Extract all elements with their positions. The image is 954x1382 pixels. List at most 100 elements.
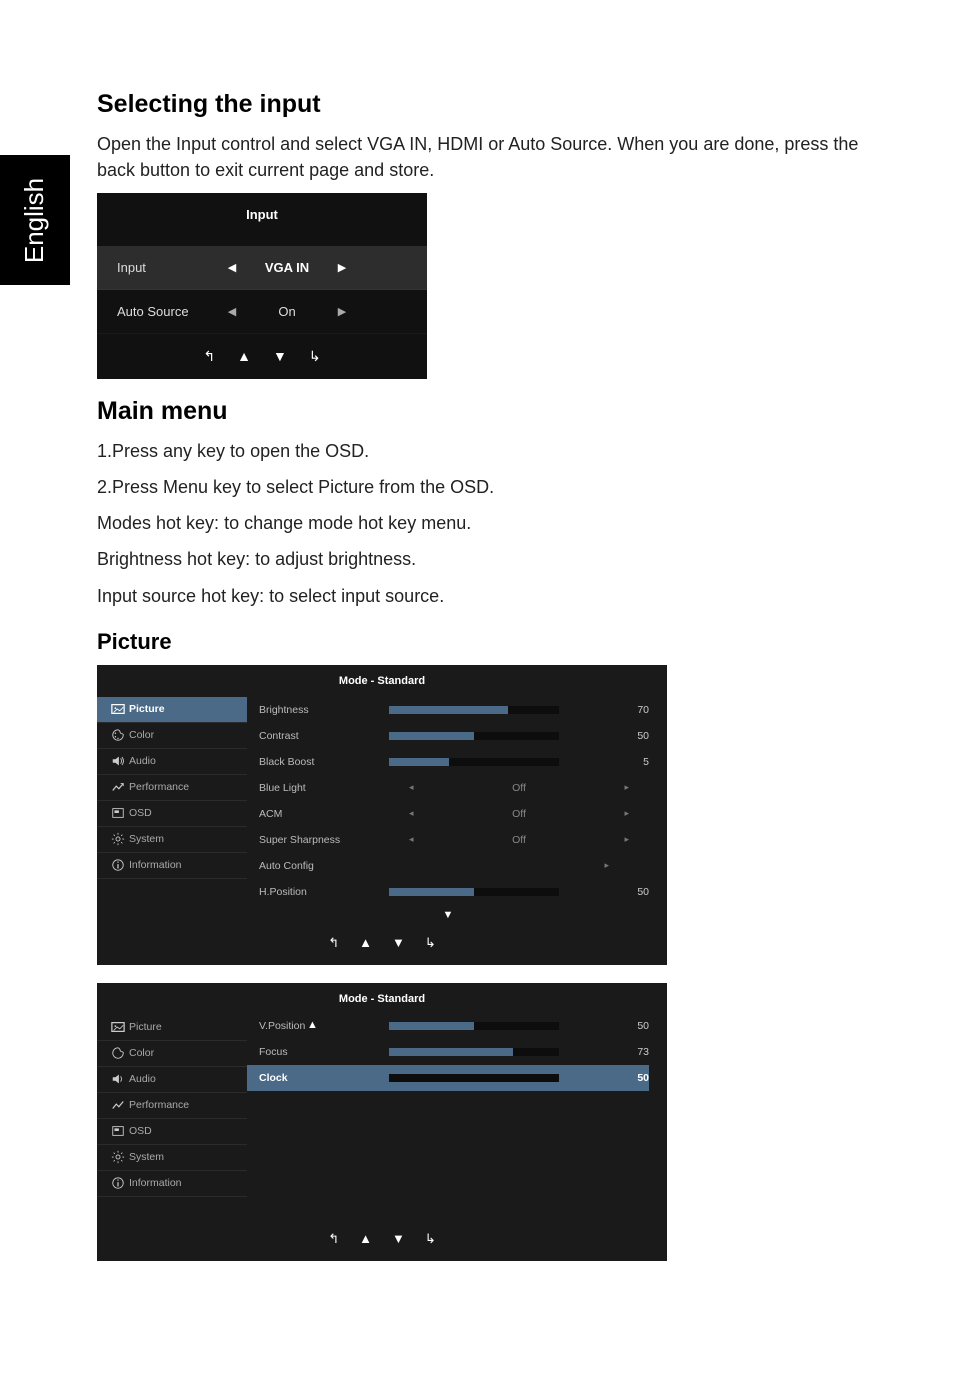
osd-row-hposition[interactable]: H.Position 50 (247, 879, 649, 905)
osd-panel-picture-2: Mode - Standard Picture Color Audio Perf… (97, 983, 667, 1261)
osd-mode-title: Mode - Standard (97, 665, 667, 697)
osd-nav-icons: ↰ ▲ ▼ ↳ (97, 925, 667, 965)
picture-icon (107, 702, 129, 716)
left-arrow-icon[interactable]: ◂ (409, 834, 414, 845)
slider[interactable] (389, 732, 609, 740)
input-panel-title: Input (97, 193, 427, 246)
system-icon (107, 1150, 129, 1164)
slider[interactable] (389, 888, 609, 896)
slider[interactable] (389, 758, 609, 766)
performance-icon (107, 780, 129, 794)
osd-row-vposition[interactable]: V.Position 50 (247, 1013, 649, 1039)
down-arrow-icon[interactable]: ▼ (273, 348, 287, 365)
info-icon (107, 1176, 129, 1190)
slider[interactable] (389, 1048, 609, 1056)
slider[interactable] (389, 1074, 609, 1082)
left-arrow-icon[interactable]: ◂ (409, 808, 414, 819)
osd-row-focus[interactable]: Focus 73 (247, 1039, 649, 1065)
osd-row-contrast[interactable]: Contrast 50 (247, 723, 649, 749)
osd-row-clock[interactable]: Clock 50 (247, 1065, 649, 1091)
enter-icon[interactable]: ↳ (309, 348, 321, 365)
sidebar-label: Performance (129, 1099, 189, 1111)
sidebar-label: System (129, 1151, 164, 1163)
sidebar-label: OSD (129, 1125, 152, 1137)
right-arrow-icon[interactable]: ▸ (604, 860, 609, 871)
sidebar-label: Information (129, 1177, 182, 1189)
system-icon (107, 832, 129, 846)
osd-row-autoconfig[interactable]: Auto Config ▸ (247, 853, 649, 879)
down-arrow-icon[interactable]: ▼ (392, 1231, 405, 1247)
sidebar-label: System (129, 833, 164, 845)
sidebar-label: Color (129, 729, 154, 741)
up-arrow-icon[interactable]: ▲ (359, 935, 372, 951)
language-label: English (20, 177, 51, 262)
sidebar-item-performance[interactable]: Performance (97, 1093, 247, 1119)
osd-row-bluelight[interactable]: Blue Light ◂ Off ▸ (247, 775, 649, 801)
left-arrow-icon[interactable]: ◀ (217, 261, 247, 274)
right-arrow-icon[interactable]: ▸ (624, 782, 629, 793)
up-arrow-icon[interactable]: ▲ (359, 1231, 372, 1247)
audio-icon (107, 754, 129, 768)
input-row-autosource[interactable]: Auto Source ◀ On ▶ (97, 290, 427, 334)
scroll-down-icon[interactable]: ▼ (247, 905, 649, 925)
autosource-value: On (247, 304, 327, 319)
sidebar-item-osd[interactable]: OSD (97, 801, 247, 827)
back-icon[interactable]: ↰ (328, 935, 339, 951)
input-row-value: VGA IN (247, 260, 327, 275)
slider[interactable] (389, 1022, 609, 1030)
sidebar-label: OSD (129, 807, 152, 819)
sidebar-item-picture[interactable]: Picture (97, 1015, 247, 1041)
sidebar-item-information[interactable]: Information (97, 853, 247, 879)
sidebar-item-picture[interactable]: Picture (97, 697, 247, 723)
heading-main-menu: Main menu (97, 397, 894, 426)
mm-line3: Modes hot key: to change mode hot key me… (97, 510, 894, 536)
right-arrow-icon[interactable]: ▸ (624, 808, 629, 819)
back-icon[interactable]: ↰ (203, 348, 215, 365)
sidebar-item-information[interactable]: Information (97, 1171, 247, 1197)
input-row-input[interactable]: Input ◀ VGA IN ▶ (97, 246, 427, 290)
enter-icon[interactable]: ↳ (425, 935, 436, 951)
osd-row-blackboost[interactable]: Black Boost 5 (247, 749, 649, 775)
sidebar-label: Audio (129, 1073, 156, 1085)
sidebar-label: Color (129, 1047, 154, 1059)
sidebar-item-audio[interactable]: Audio (97, 749, 247, 775)
right-arrow-icon[interactable]: ▶ (327, 261, 357, 274)
back-icon[interactable]: ↰ (328, 1231, 339, 1247)
performance-icon (107, 1098, 129, 1112)
sidebar-item-color[interactable]: Color (97, 1041, 247, 1067)
up-arrow-icon[interactable]: ▲ (237, 348, 251, 365)
sidebar-label: Picture (129, 1021, 162, 1033)
slider[interactable] (389, 706, 609, 714)
osd-row-sharpness[interactable]: Super Sharpness ◂ Off ▸ (247, 827, 649, 853)
sidebar-item-color[interactable]: Color (97, 723, 247, 749)
heading-selecting-input: Selecting the input (97, 90, 894, 119)
mm-line1: 1.Press any key to open the OSD. (97, 438, 894, 464)
color-icon (107, 728, 129, 742)
mm-line5: Input source hot key: to select input so… (97, 583, 894, 609)
osd-icon (107, 806, 129, 820)
color-icon (107, 1046, 129, 1060)
document-content: Selecting the input Open the Input contr… (0, 0, 954, 1319)
sidebar-item-audio[interactable]: Audio (97, 1067, 247, 1093)
enter-icon[interactable]: ↳ (425, 1231, 436, 1247)
osd-row-brightness[interactable]: Brightness 70 (247, 697, 649, 723)
sidebar-label: Picture (129, 703, 165, 715)
left-arrow-icon[interactable]: ◂ (409, 782, 414, 793)
language-tab: English (0, 155, 70, 285)
osd-row-acm[interactable]: ACM ◂ Off ▸ (247, 801, 649, 827)
input-row-label: Input (97, 260, 217, 275)
down-arrow-icon[interactable]: ▼ (392, 935, 405, 951)
osd-panel-picture-1: Mode - Standard Picture Color Audio Perf… (97, 665, 667, 965)
autosource-label: Auto Source (97, 304, 217, 319)
right-arrow-icon[interactable]: ▸ (624, 834, 629, 845)
sidebar-item-osd[interactable]: OSD (97, 1119, 247, 1145)
sidebar-item-performance[interactable]: Performance (97, 775, 247, 801)
osd-main: Brightness 70 Contrast 50 Black Boost 5 … (247, 697, 667, 925)
left-arrow-icon[interactable]: ◀ (217, 305, 247, 318)
right-arrow-icon[interactable]: ▶ (327, 305, 357, 318)
osd-icon (107, 1124, 129, 1138)
mm-line4: Brightness hot key: to adjust brightness… (97, 546, 894, 572)
sidebar-item-system[interactable]: System (97, 1145, 247, 1171)
info-icon (107, 858, 129, 872)
sidebar-item-system[interactable]: System (97, 827, 247, 853)
